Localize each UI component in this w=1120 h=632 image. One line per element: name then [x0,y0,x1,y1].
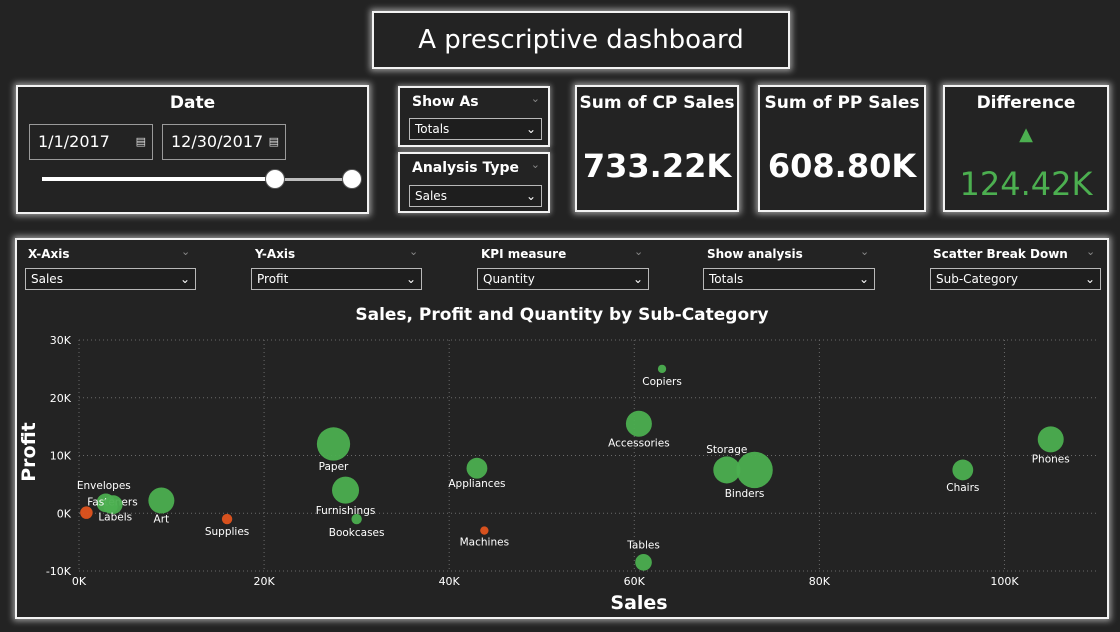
start-date-value: 1/1/2017 [38,132,110,151]
scatter-point [221,513,233,525]
calendar-icon[interactable]: ▤ [269,125,279,159]
scatter-point [1037,426,1064,453]
x-tick-label: 80K [809,575,831,588]
scatter-point [952,459,974,481]
point-label: Envelopes [77,480,131,492]
scatter-point [351,513,362,525]
date-filter-panel: Date 1/1/2017 ▤ 12/30/2017 ▤ [16,85,369,214]
point-label: Storage [706,444,747,456]
x-tick-label: 20K [253,575,275,588]
point-label: Tables [626,539,660,551]
y-tick-label: 0K [57,507,72,520]
date-range-slider-fill [42,177,274,181]
show-as-dropdown[interactable]: Totals ⌄ [409,118,542,140]
end-date-value: 12/30/2017 [171,132,264,151]
point-label: Art [154,514,170,526]
analysis-type-value: Sales [415,189,447,203]
scatter-point [625,410,652,437]
show-as-slicer: Show As ⌄ Totals ⌄ [398,86,550,147]
scatter-point [713,456,741,484]
point-label: Labels [98,512,132,524]
scatter-point [80,506,93,519]
scatter-point [466,457,488,479]
difference-card: Difference ▲ 124.42K [943,85,1109,212]
point-label: Binders [725,488,765,500]
date-filter-title: Date [169,93,216,113]
analysis-type-slicer: Analysis Type ⌄ Sales ⌄ [398,152,550,213]
scatter-point [148,487,175,514]
x-tick-label: 100K [990,575,1019,588]
y-tick-label: 10K [50,450,72,463]
scatter-point [657,364,667,374]
up-triangle-icon: ▲ [1019,124,1033,145]
point-label: Paper [319,461,349,473]
chevron-down-icon: ⌄ [525,189,536,203]
end-date-input[interactable]: 12/30/2017 ▤ [162,124,286,160]
analysis-type-label: Analysis Type [412,160,520,176]
calendar-icon[interactable]: ▤ [136,125,146,159]
point-label: Machines [460,537,509,549]
scatter-point [316,427,351,461]
point-label: Copiers [642,376,682,388]
point-label: Appliances [448,478,505,490]
chevron-down-icon[interactable]: ⌄ [531,92,540,105]
pp-sales-title: Sum of PP Sales [764,93,920,113]
date-range-end-handle[interactable] [342,169,362,189]
pp-sales-card: Sum of PP Sales 608.80K [758,85,926,212]
point-label: Supplies [205,526,249,538]
point-label: Accessories [608,438,670,450]
x-tick-label: 0K [72,575,87,588]
scatter-point [635,554,652,571]
point-label: Furnishings [316,505,376,517]
y-tick-label: -10K [46,565,72,578]
point-label: Phones [1032,453,1070,465]
start-date-input[interactable]: 1/1/2017 ▤ [29,124,153,160]
chevron-down-icon: ⌄ [525,122,536,136]
cp-sales-value: 733.22K [582,147,732,185]
cp-sales-title: Sum of CP Sales [579,93,735,113]
point-label: Chairs [946,482,979,494]
y-axis-title: Profit [18,422,40,482]
y-tick-label: 20K [50,392,72,405]
difference-title: Difference [976,93,1076,113]
chevron-down-icon[interactable]: ⌄ [531,158,540,171]
pp-sales-value: 608.80K [767,147,917,185]
y-tick-label: 30K [50,334,72,347]
point-label: Bookcases [329,527,385,539]
scatter-chart: Profit Sales -10K0K10K20K30K0K 20K 40K 60K 8… [18,334,1097,614]
difference-value: 124.42K [959,165,1093,203]
scatter-chart-panel: X-Axis ⌄ Sales ⌄ Y-Axis ⌄ Profit ⌄ KPI m… [15,238,1109,619]
date-range-start-handle[interactable] [264,169,285,189]
show-as-label: Show As [412,94,479,110]
scatter-point [480,526,489,535]
x-axis-title: Sales [610,592,667,614]
cp-sales-card: Sum of CP Sales 733.22K [575,85,739,212]
x-tick-label: 40K [439,575,461,588]
x-tick-label: 60K [624,575,646,588]
show-as-value: Totals [415,122,450,136]
dashboard-title: A prescriptive dashboard [372,11,790,69]
analysis-type-dropdown[interactable]: Sales ⌄ [409,185,542,207]
scatter-point [332,476,360,504]
scatter-point [736,451,773,489]
